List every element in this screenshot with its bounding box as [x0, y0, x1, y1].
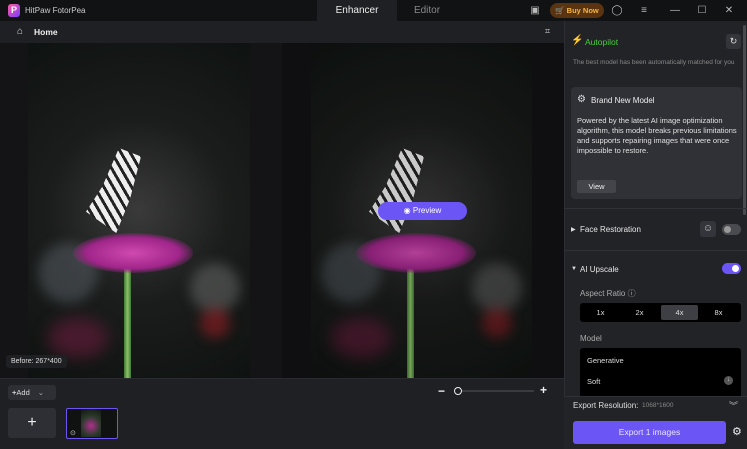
info-icon[interactable]: ⓘ [628, 289, 636, 298]
app-logo-icon: P [8, 4, 20, 17]
divider [564, 250, 747, 251]
ai-upscale-toggle[interactable] [722, 263, 741, 274]
gear-icon[interactable]: ⚙ [732, 425, 742, 438]
aspect-ratio-selector: 1x 2x 4x 8x [580, 303, 741, 322]
face-icon[interactable]: ☺ [700, 221, 716, 237]
tab-editor[interactable]: Editor [397, 0, 457, 21]
add-image-tile[interactable]: + [8, 408, 56, 438]
menu-icon[interactable]: ≡ [637, 3, 651, 18]
ratio-1x[interactable]: 1x [582, 305, 619, 320]
expand-icon[interactable]: ▶ [571, 226, 576, 233]
zoom-in-button[interactable]: + [540, 383, 547, 397]
before-image [28, 43, 250, 378]
view-button[interactable]: View [577, 180, 616, 193]
app-title: HitPaw FotorPea [25, 6, 86, 15]
aspect-ratio-text: Aspect Ratio [580, 289, 626, 298]
model-label: Model [580, 334, 602, 343]
zoom-slider[interactable] [458, 390, 534, 392]
buy-now-label: Buy Now [566, 6, 599, 15]
chevrons-down-icon[interactable]: ︾ [729, 399, 738, 412]
image-thumbnail[interactable]: ⊙ [66, 408, 118, 439]
collapse-icon[interactable]: ▼ [571, 266, 577, 272]
zoom-out-button[interactable]: − [438, 384, 445, 398]
account-icon[interactable]: ◯ [610, 3, 624, 18]
ratio-2x[interactable]: 2x [621, 305, 658, 320]
ratio-4x[interactable]: 4x [661, 305, 698, 320]
card-title: Brand New Model [591, 96, 655, 105]
close-icon[interactable]: ✕ [722, 3, 736, 18]
gallery-icon[interactable]: ▣ [528, 3, 542, 18]
autopilot-description: The best model has been automatically ma… [573, 59, 735, 66]
minimize-icon[interactable]: — [668, 3, 682, 18]
model-icon: ⚙ [577, 94, 586, 105]
eye-icon: ◉ [403, 206, 413, 215]
home-link[interactable]: Home [34, 27, 58, 37]
face-restoration-label[interactable]: Face Restoration [580, 225, 641, 234]
autopilot-title: Autopilot [585, 37, 619, 47]
export-resolution-label: Export Resolution: [573, 401, 639, 410]
status-icon: ⊙ [70, 430, 76, 437]
aspect-ratio-label: Aspect Ratio ⓘ [580, 288, 636, 299]
ai-upscale-label[interactable]: AI Upscale [580, 265, 619, 274]
model-generative[interactable]: Generative [587, 356, 624, 365]
download-icon[interactable]: ↓ [724, 376, 733, 385]
bolt-icon: ⚡ [571, 35, 584, 46]
card-body: Powered by the latest AI image optimizat… [577, 116, 737, 155]
home-icon[interactable]: ⌂ [17, 26, 23, 37]
zoom-slider-handle[interactable] [454, 387, 462, 395]
model-soft[interactable]: Soft [587, 377, 600, 386]
add-button[interactable]: +Add ⌄ [8, 385, 56, 400]
home-bar [0, 21, 564, 43]
face-restoration-toggle[interactable] [722, 224, 741, 235]
add-label: Add [16, 388, 30, 397]
preview-label: Preview [412, 206, 442, 215]
tab-enhancer[interactable]: Enhancer [317, 0, 397, 21]
crop-icon[interactable]: ⌗ [545, 26, 550, 37]
refresh-button[interactable]: ↻ [726, 34, 741, 49]
maximize-icon[interactable]: ☐ [695, 3, 709, 18]
buy-now-button[interactable]: 🛒 Buy Now [550, 3, 604, 18]
scrollbar[interactable] [743, 25, 746, 215]
preview-button[interactable]: ◉ Preview [378, 202, 467, 220]
export-button[interactable]: Export 1 images [573, 421, 726, 444]
ratio-8x[interactable]: 8x [700, 305, 737, 320]
chevron-down-icon[interactable]: ⌄ [38, 388, 44, 397]
before-size-label: Before: 267*400 [6, 355, 67, 368]
divider [564, 208, 747, 209]
export-resolution-value: 1068*1600 [642, 402, 674, 409]
cart-icon: 🛒 [555, 6, 567, 15]
